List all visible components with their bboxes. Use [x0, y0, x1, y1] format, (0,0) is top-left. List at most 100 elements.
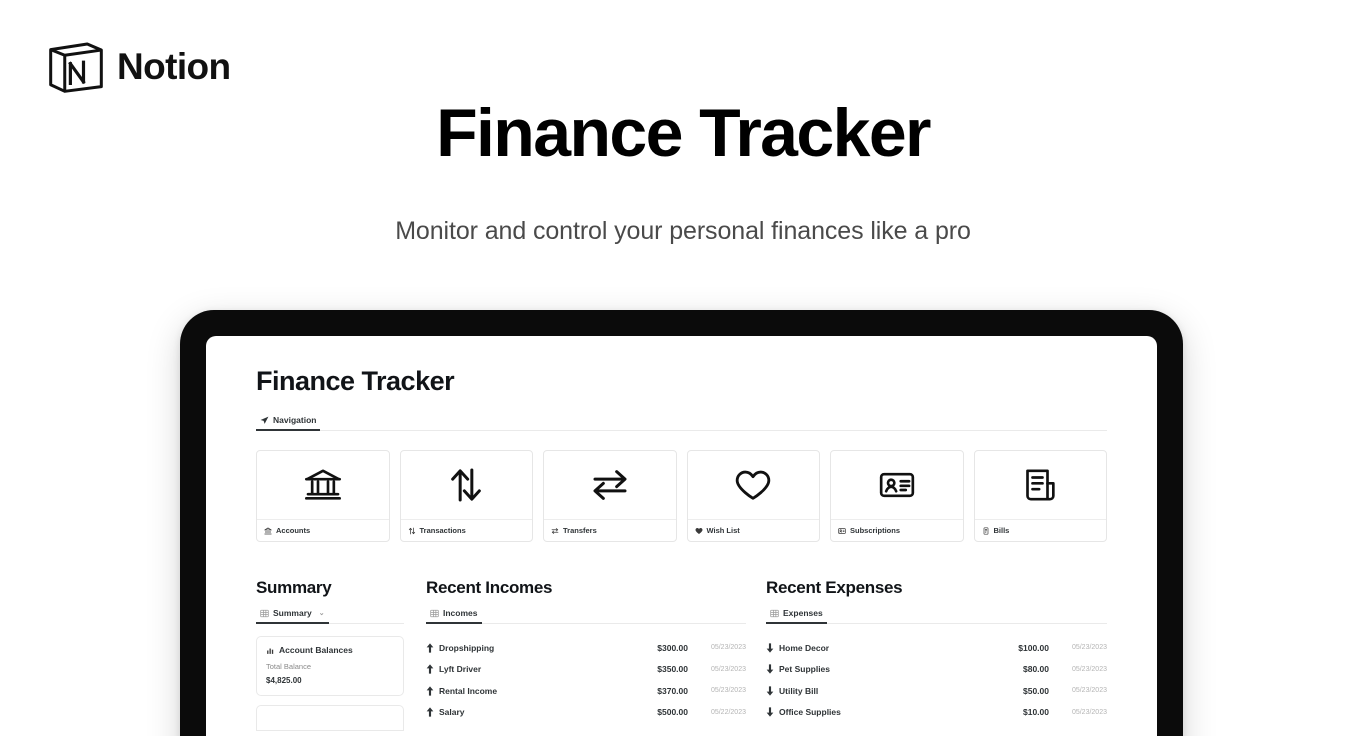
expense-date: 05/23/2023 [1071, 708, 1107, 716]
receipt-icon [975, 451, 1107, 519]
table-icon [430, 609, 439, 618]
nav-card-transactions-footer: Transactions [400, 519, 532, 541]
expense-amount: $80.00 [1023, 664, 1049, 675]
income-date: 05/23/2023 [710, 687, 746, 695]
id-card-icon [831, 451, 963, 519]
incomes-list: Dropshipping $300.00 05/23/2023 Lyft Dri… [426, 637, 746, 723]
recent-expenses-heading: Recent Expenses [766, 578, 903, 597]
recent-expenses-section: Recent Expenses Expenses Home Decor $100… [766, 578, 1107, 731]
tab-expenses[interactable]: Expenses [766, 608, 827, 624]
nav-card-bills[interactable]: Bills [973, 450, 1107, 542]
list-item[interactable]: Pet Supplies $80.00 05/23/2023 [766, 659, 1107, 681]
tab-summary-label: Summary [273, 608, 312, 618]
expense-amount: $100.00 [1018, 642, 1049, 653]
navigation-card-grid: Accounts Transactions Transfers Wish Lis… [256, 450, 1107, 542]
tab-summary[interactable]: Summary ⌄ [256, 608, 329, 624]
account-balances-card[interactable]: Account Balances Total Balance $4,825.00 [256, 636, 404, 696]
expense-date: 05/23/2023 [1071, 687, 1107, 695]
landing-page: Notion Finance Tracker Monitor and contr… [0, 0, 1366, 736]
nav-card-wish-list-footer: Wish List [687, 519, 819, 541]
navigation-tabbar: Navigation [256, 415, 1107, 431]
brand-name: Notion [117, 45, 231, 87]
nav-card-accounts[interactable]: Accounts [256, 450, 390, 542]
expense-amount: $10.00 [1023, 707, 1049, 718]
nav-card-accounts-label: Accounts [276, 526, 311, 535]
list-item[interactable]: Rental Income $370.00 05/23/2023 [426, 680, 746, 702]
page-subtitle: Monitor and control your personal financ… [395, 217, 971, 246]
income-amount: $370.00 [657, 685, 688, 696]
income-date: 05/23/2023 [710, 665, 746, 673]
summary-section: Summary Summary ⌄ Account Balances Total… [256, 578, 404, 731]
list-item[interactable]: Utility Bill $50.00 05/23/2023 [766, 680, 1107, 702]
arrow-down-icon [766, 686, 779, 696]
nav-card-transfers[interactable]: Transfers [543, 450, 677, 542]
table-icon [770, 609, 779, 618]
arrow-up-icon [426, 664, 439, 674]
tablet-screen: Finance Tracker Navigation Accounts Tran… [206, 336, 1157, 736]
expense-name: Utility Bill [779, 685, 819, 696]
nav-card-subscriptions[interactable]: Subscriptions [830, 450, 964, 542]
document-title: Finance Tracker [256, 366, 455, 396]
list-item[interactable]: Lyft Driver $350.00 05/23/2023 [426, 659, 746, 681]
column-gap-1 [404, 578, 426, 731]
bar-chart-icon [266, 646, 275, 655]
notion-cube-logo-icon [46, 36, 106, 96]
chevron-down-icon[interactable]: ⌄ [319, 609, 325, 617]
tab-navigation-label: Navigation [273, 415, 317, 425]
recent-incomes-heading: Recent Incomes [426, 578, 553, 597]
income-date: 05/23/2023 [710, 644, 746, 652]
account-balances-card-title: Account Balances [279, 645, 353, 655]
brand-logo-lockup[interactable]: Notion [46, 36, 231, 96]
expenses-list: Home Decor $100.00 05/23/2023 Pet Suppli… [766, 637, 1107, 723]
arrow-up-icon [426, 643, 439, 653]
income-amount: $300.00 [657, 642, 688, 653]
total-balance-label: Total Balance [266, 662, 312, 671]
nav-card-subscriptions-footer: Subscriptions [831, 519, 963, 541]
list-item[interactable]: Salary $500.00 05/22/2023 [426, 702, 746, 724]
send-icon [260, 416, 269, 425]
arrow-down-icon [766, 707, 779, 717]
nav-card-wish-list-label: Wish List [706, 526, 740, 535]
tab-incomes[interactable]: Incomes [426, 608, 482, 624]
table-icon [260, 609, 269, 618]
summary-tabbar: Summary ⌄ [256, 608, 404, 624]
bank-icon [257, 451, 389, 519]
tablet-mockup-frame: Finance Tracker Navigation Accounts Tran… [180, 310, 1183, 736]
arrow-up-icon [426, 707, 439, 717]
list-item[interactable]: Dropshipping $300.00 05/23/2023 [426, 637, 746, 659]
tab-navigation[interactable]: Navigation [256, 415, 321, 431]
summary-next-card-partial[interactable] [256, 705, 404, 731]
expense-date: 05/23/2023 [1071, 665, 1107, 673]
list-item[interactable]: Office Supplies $10.00 05/23/2023 [766, 702, 1107, 724]
arrow-down-icon [766, 643, 779, 653]
heart-icon [688, 451, 820, 519]
incomes-tabbar: Incomes [426, 608, 746, 624]
nav-card-wish-list[interactable]: Wish List [686, 450, 820, 542]
expense-date: 05/23/2023 [1071, 644, 1107, 652]
expense-name: Home Decor [779, 642, 830, 653]
nav-card-transfers-footer: Transfers [544, 519, 676, 541]
list-item[interactable]: Home Decor $100.00 05/23/2023 [766, 637, 1107, 659]
nav-card-subscriptions-label: Subscriptions [850, 526, 901, 535]
income-amount: $500.00 [657, 707, 688, 718]
tab-incomes-label: Incomes [443, 608, 478, 618]
expense-name: Office Supplies [779, 707, 841, 718]
income-name: Rental Income [439, 685, 498, 696]
nav-card-accounts-footer: Accounts [257, 519, 389, 541]
income-name: Dropshipping [439, 642, 495, 653]
recent-incomes-section: Recent Incomes Incomes Dropshipping $300… [426, 578, 746, 731]
nav-card-transactions-label: Transactions [419, 526, 466, 535]
expense-amount: $50.00 [1023, 685, 1049, 696]
income-name: Lyft Driver [439, 664, 482, 675]
nav-card-transfers-label: Transfers [563, 526, 597, 535]
expenses-tabbar: Expenses [766, 608, 1107, 624]
income-date: 05/22/2023 [710, 708, 746, 716]
income-name: Salary [439, 707, 465, 718]
tab-expenses-label: Expenses [783, 608, 823, 618]
nav-card-bills-footer: Bills [974, 519, 1106, 541]
nav-card-transactions[interactable]: Transactions [399, 450, 533, 542]
dashboard-columns: Summary Summary ⌄ Account Balances Total… [256, 578, 1107, 731]
hero-section: Finance Tracker Monitor and control your… [0, 97, 1366, 246]
total-balance-value: $4,825.00 [266, 676, 302, 685]
expense-name: Pet Supplies [779, 664, 831, 675]
